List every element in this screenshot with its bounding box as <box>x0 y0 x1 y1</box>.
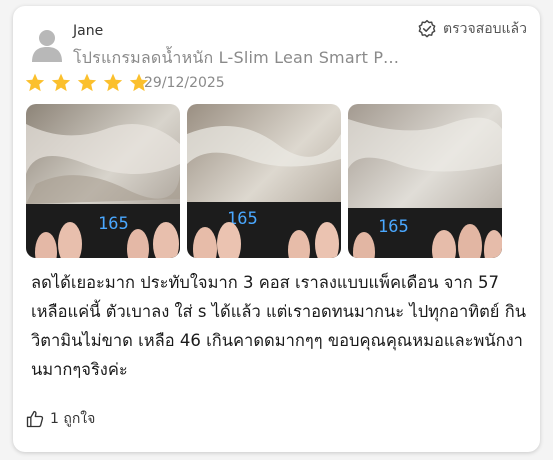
like-button[interactable]: 1 ถูกใจ <box>25 408 95 430</box>
star-icon <box>24 72 46 94</box>
verified-badge: ตรวจสอบแล้ว <box>417 18 527 40</box>
thumbs-up-icon <box>26 410 44 428</box>
scale-photo-image: 165 <box>187 104 341 258</box>
verified-badge-icon <box>418 19 436 38</box>
scale-photo-image: 165 <box>26 104 180 258</box>
person-avatar-icon <box>32 30 62 62</box>
reviewer-name: Jane <box>73 23 104 39</box>
star-icon <box>76 72 98 94</box>
star-icon <box>50 72 72 94</box>
review-card: Jane โปรแกรมลดน้ำหนัก L-Slim Lean Smart … <box>13 6 540 452</box>
verified-label: ตรวจสอบแล้ว <box>443 21 527 37</box>
product-name-link[interactable]: โปรแกรมลดน้ำหนัก L-Slim Lean Smart Progr… <box>73 46 403 71</box>
review-photos: 165 165 165 <box>26 104 502 258</box>
star-rating <box>24 72 150 94</box>
review-photo[interactable]: 165 <box>26 104 180 258</box>
star-icon <box>102 72 124 94</box>
scale-display: 165 <box>98 214 129 234</box>
likes-label: 1 ถูกใจ <box>50 411 96 427</box>
review-photo[interactable]: 165 <box>187 104 341 258</box>
review-body: ลดได้เยอะมาก ประทับใจมาก 3 คอส เราลงแบบแ… <box>31 273 526 379</box>
avatar <box>31 28 63 62</box>
scale-photo-image: 165 <box>348 104 502 258</box>
review-date: 29/12/2025 <box>144 75 225 91</box>
review-photo[interactable]: 165 <box>348 104 502 258</box>
scale-display: 165 <box>378 217 409 237</box>
